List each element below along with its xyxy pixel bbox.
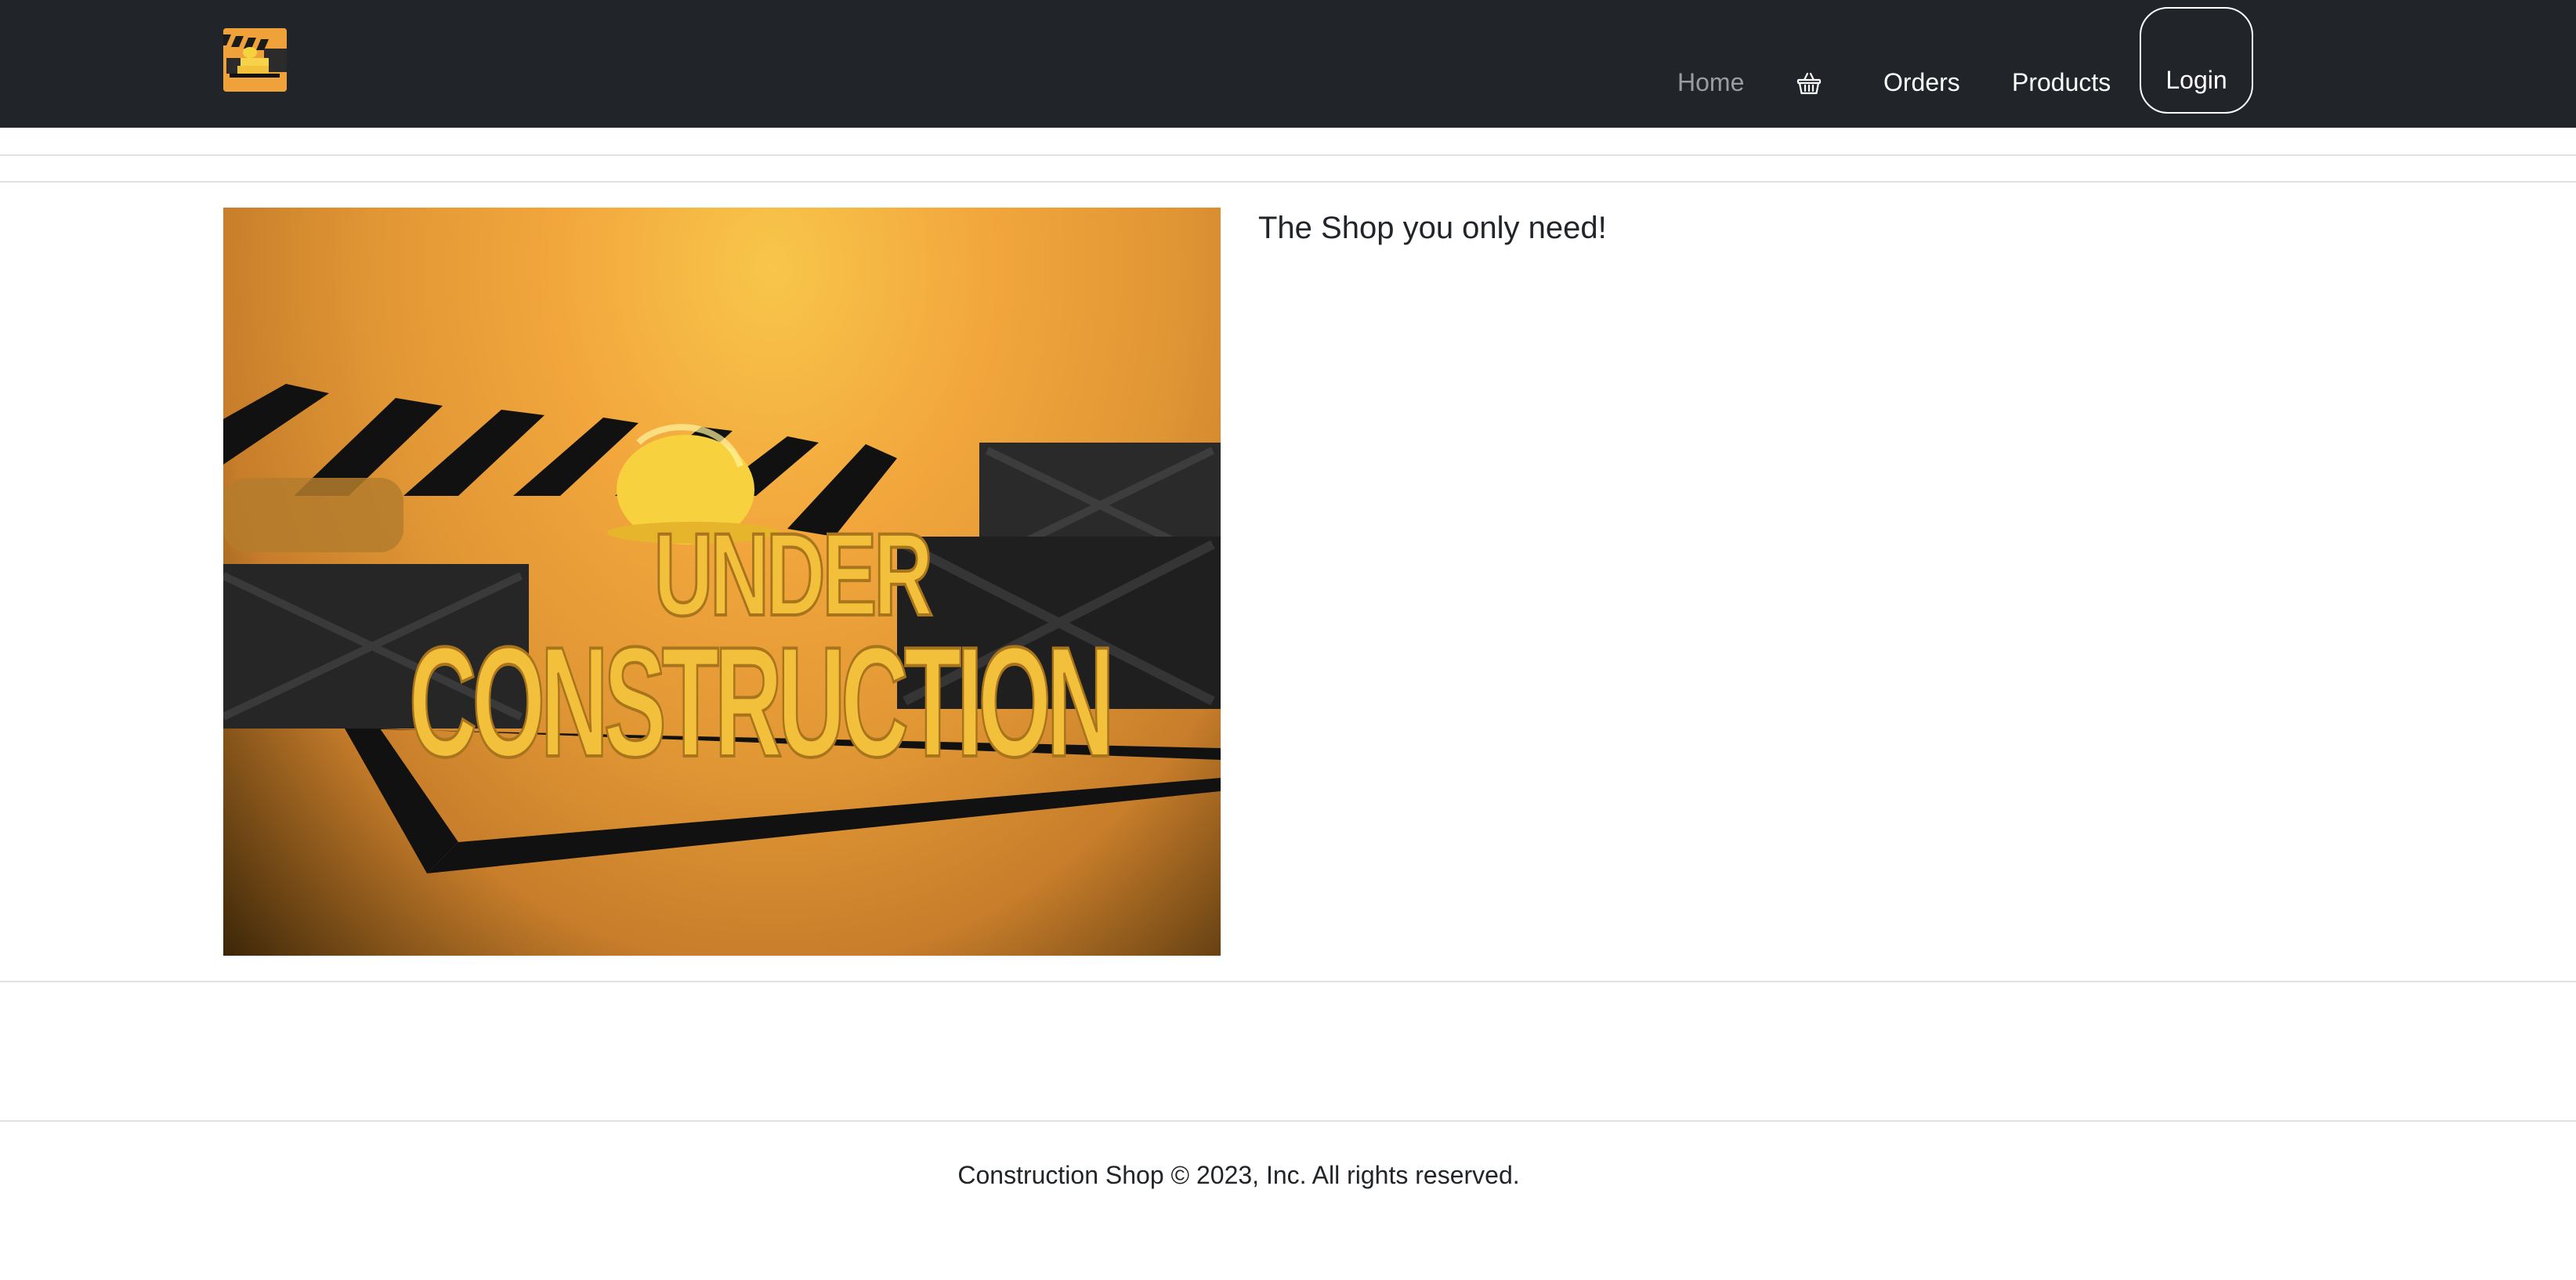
construction-logo-icon [223,28,287,92]
navbar: Home Orders Products Login [0,0,2576,128]
under-construction-image: UNDER CONSTRUCTION [223,384,1221,873]
divider-top-1 [0,154,2576,156]
brand-logo-link[interactable] [223,28,287,92]
hero-title: The Shop you only need! [1258,211,1607,245]
footer-copyright: Construction Shop © 2023, Inc. All right… [957,1161,1520,1189]
svg-text:CONSTRUCTION: CONSTRUCTION [409,614,1110,789]
nav-products-link[interactable]: Products [2012,64,2111,100]
nav-cart-link[interactable] [1795,69,1823,97]
nav-orders-link[interactable]: Orders [1883,64,1960,100]
divider-top-2 [0,181,2576,183]
hero-image: UNDER CONSTRUCTION [223,208,1221,956]
nav-home-link[interactable]: Home [1677,64,1744,100]
divider-footer [0,1120,2576,1122]
divider-middle [0,981,2576,982]
basket-icon [1796,72,1822,95]
login-button[interactable]: Login [2140,7,2253,114]
